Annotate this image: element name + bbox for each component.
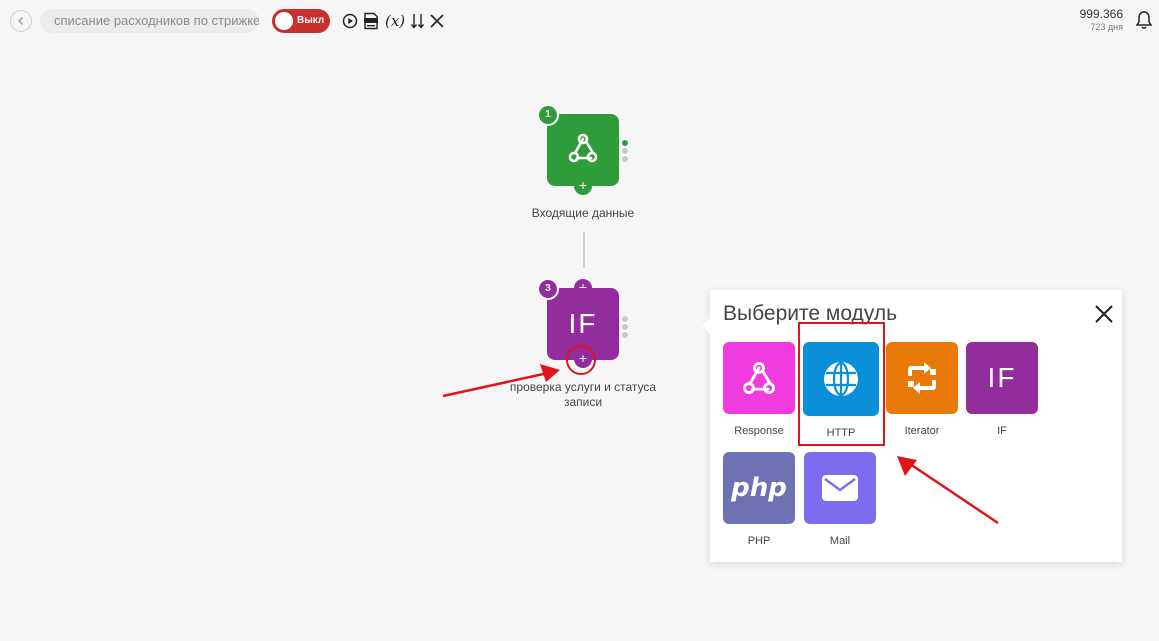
annotation-arrows — [442, 364, 999, 525]
annotation-arrow-left — [442, 371, 549, 398]
annotation-arrow-right — [909, 462, 999, 525]
annotation-arrowhead-left — [540, 364, 560, 382]
